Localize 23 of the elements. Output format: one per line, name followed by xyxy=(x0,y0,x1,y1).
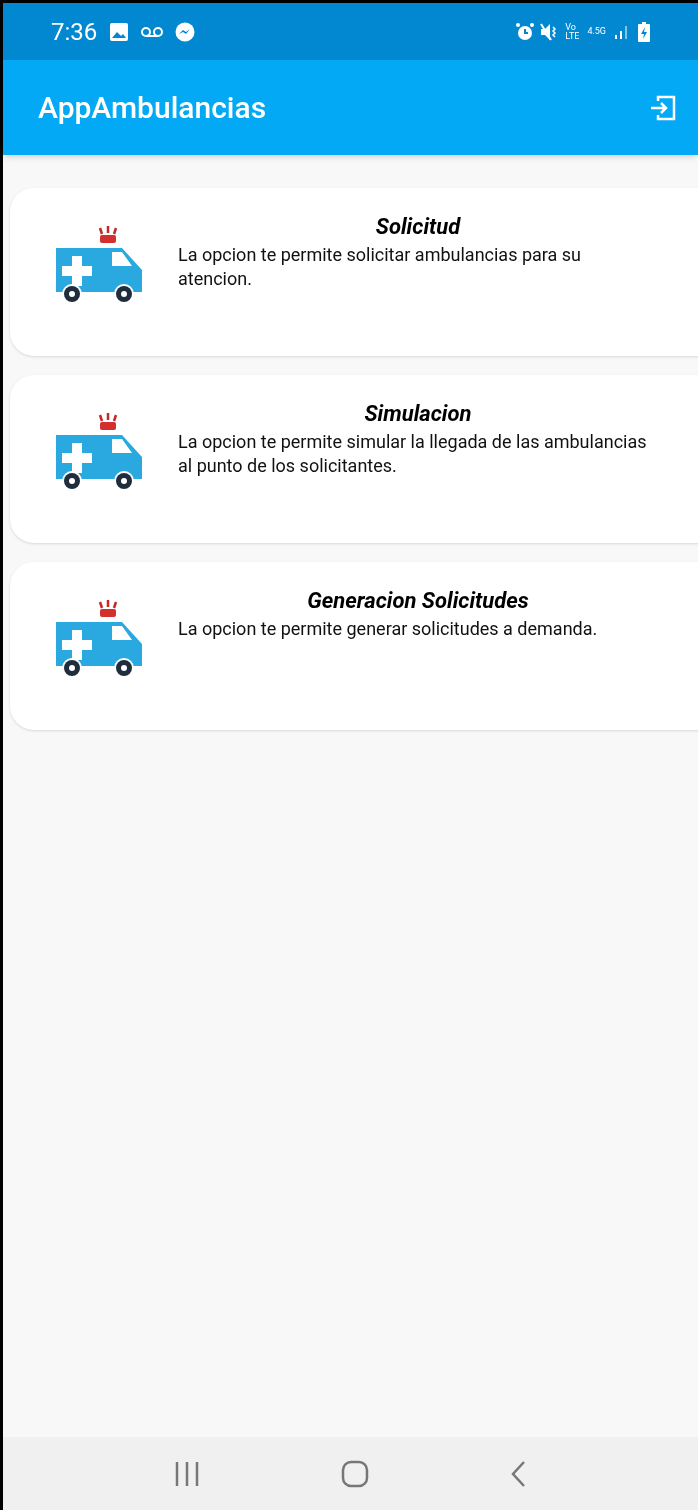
option-card[interactable]: Generacion Solicitudes La opcion te permite generar solicitudes a demanda. xyxy=(10,562,698,730)
volte-label: LTE xyxy=(565,31,580,41)
option-card[interactable]: Solicitud La opcion te permite solicitar ambulancias para su atencion. xyxy=(10,188,698,356)
option-description: La opcion te permite solicitar ambulancias para su atencion. xyxy=(178,243,583,291)
option-title: Generacion Solicitudes xyxy=(306,587,530,615)
app-title: AppAmbulancias xyxy=(38,89,268,127)
image-icon xyxy=(109,21,130,42)
home-icon[interactable] xyxy=(340,1459,369,1488)
alarm-icon xyxy=(515,21,536,42)
messenger-icon xyxy=(175,21,196,42)
option-title: Solicitud xyxy=(374,213,462,241)
signal-icon xyxy=(614,23,630,40)
clock: 7:36 xyxy=(51,16,98,48)
network-label: 4.5G xyxy=(587,24,606,38)
option-title: Simulacion xyxy=(363,400,473,428)
recent-apps-icon[interactable] xyxy=(173,1460,200,1487)
volte-label: Vo xyxy=(565,22,577,32)
option-description: La opcion te permite generar solicitudes a demanda. xyxy=(178,617,599,641)
option-card[interactable]: Simulacion La opcion te permite simular la llegada de las ambulancias al punto de los solicitantes. xyxy=(10,375,698,543)
option-description: La opcion te permite simular la llegada de las ambulancias al punto de los solicitantes. xyxy=(178,430,648,478)
voicemail-icon xyxy=(141,25,164,38)
back-icon[interactable] xyxy=(509,1459,528,1488)
battery-icon xyxy=(638,21,650,42)
